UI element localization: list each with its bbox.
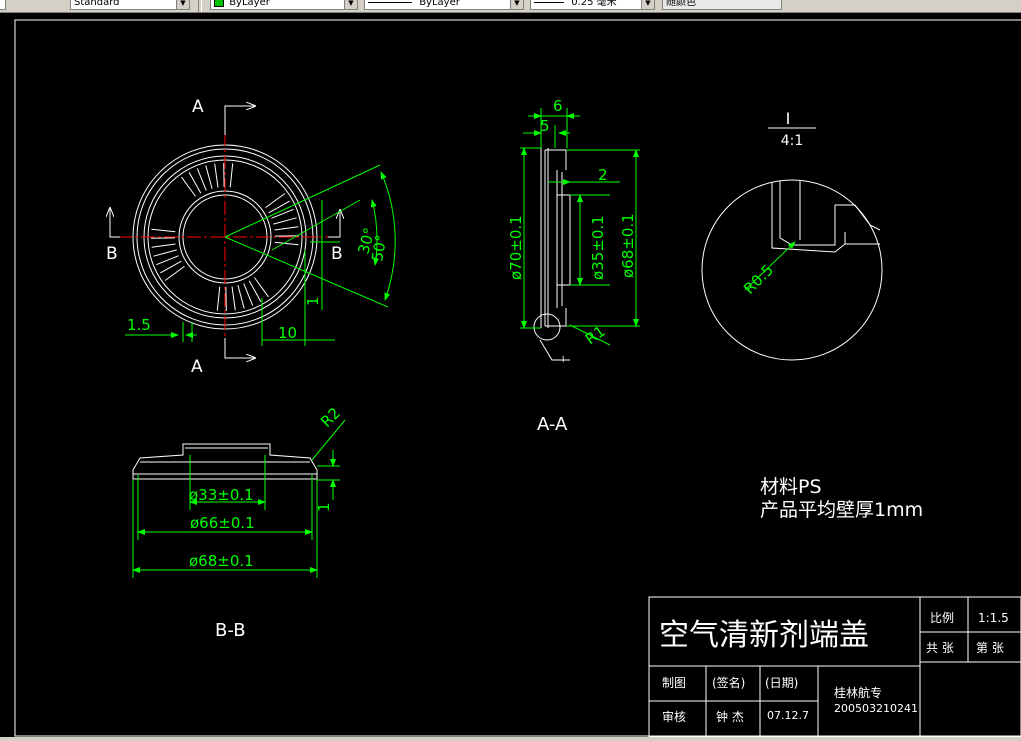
vent-slot: [216, 286, 221, 311]
drawn-by-label: 制图: [662, 676, 686, 690]
toolbar-partial-box[interactable]: [0, 0, 6, 10]
vent-slot: [273, 217, 297, 225]
line-sample-icon: [534, 1, 564, 3]
cut-label-a-bottom: A: [191, 357, 203, 377]
detail-view-i: I 4:1 R0.5: [701, 109, 883, 361]
vent-slot: [274, 241, 299, 246]
vent-slot: [231, 286, 236, 311]
drawing-canvas[interactable]: A A B B 1.5 10 1 30° 50° 6 5 2 ø70±0.1 ø…: [0, 13, 1021, 737]
dim-d68: ø68±0.1: [619, 213, 637, 278]
vent-slot: [205, 165, 213, 189]
linetype-value: ByLayer: [419, 0, 460, 8]
plotstyle-value: 随颜色: [666, 0, 696, 8]
layer-color-dropdown[interactable]: ByLayer ▼: [210, 0, 358, 10]
vent-slot: [274, 226, 299, 231]
chevron-down-icon: ▼: [641, 0, 654, 9]
dim-6: 6: [553, 97, 563, 115]
dim-bb-d68: ø68±0.1: [189, 552, 254, 570]
dim-d70: ø70±0.1: [507, 215, 525, 280]
lineweight-dropdown[interactable]: 0.25 毫米 ▼: [530, 0, 655, 10]
signature-label: (签名): [712, 675, 745, 690]
front-view: A A B B 1.5 10 1 30° 50°: [106, 97, 396, 377]
vent-slot: [237, 285, 245, 309]
detail-ref-label: I: [562, 355, 564, 364]
chevron-down-icon: ▼: [510, 0, 523, 9]
detail-scale: 4:1: [781, 133, 804, 149]
sheet-number-label: 第 张: [976, 641, 1004, 655]
check-date: 07.12.7: [767, 709, 809, 722]
dim-d35: ø35±0.1: [589, 215, 607, 280]
section-aa-view: 6 5 2 ø70±0.1 ø35±0.1 ø68±0.1 R1 I A-A: [507, 97, 640, 435]
dim-50deg: 50°: [368, 233, 390, 262]
vent-slot: [151, 243, 176, 248]
dim-d66: ø66±0.1: [190, 514, 255, 532]
total-sheets-label: 共 张: [926, 641, 954, 655]
checker-name: 钟 杰: [716, 709, 744, 724]
scale-label: 比例: [930, 611, 954, 625]
vent-slot: [229, 163, 234, 188]
student-id: 200503210241: [834, 702, 918, 715]
chevron-down-icon: ▼: [176, 0, 189, 9]
dim-2: 2: [598, 166, 608, 184]
vent-slot: [214, 163, 219, 188]
date-label: (日期): [765, 676, 798, 690]
linetype-dropdown[interactable]: ByLayer ▼: [364, 0, 524, 10]
detail-label: I: [786, 109, 791, 128]
section-bb-title: B-B: [215, 620, 246, 641]
title-block: 空气清新剂端盖 比例 1:1.5 共 张 第 张 制图 (签名) (日期) 审核…: [648, 596, 1021, 737]
toolbar-separator: [198, 0, 202, 12]
textstyle-value: Standard: [74, 0, 120, 8]
wall-thickness-note: 产品平均壁厚1mm: [760, 499, 923, 521]
section-aa-title: A-A: [537, 414, 568, 435]
dim-d33: ø33±0.1: [189, 486, 254, 504]
drawing-name: 空气清新剂端盖: [659, 618, 869, 653]
vent-slot: [243, 283, 254, 306]
vent-slot: [153, 249, 177, 257]
dim-5: 5: [540, 117, 550, 135]
scale-value: 1:1.5: [978, 611, 1009, 625]
drawing-frame: [14, 19, 1021, 737]
dim-1: 1: [304, 296, 322, 306]
plotstyle-dropdown[interactable]: 随颜色: [662, 0, 782, 10]
lineweight-value: 0.25 毫米: [571, 0, 617, 8]
layer-color-value: ByLayer: [229, 0, 270, 8]
status-strip: [0, 737, 1021, 741]
properties-toolbar: Standard ▼ ByLayer ▼ ByLayer ▼ 0.25 毫米 ▼…: [0, 0, 1021, 13]
section-bb-view: ø33±0.1 ø66±0.1 ø68±0.1 1 R2 B-B: [132, 404, 346, 641]
line-sample-icon: [368, 1, 412, 3]
cut-label-a-top: A: [192, 97, 204, 117]
vent-slot: [156, 255, 179, 266]
dim-1-5: 1.5: [127, 316, 151, 334]
checked-by-label: 审核: [662, 709, 686, 724]
material-note: 材料PS: [760, 476, 822, 498]
textstyle-dropdown[interactable]: Standard ▼: [70, 0, 190, 10]
vent-slot: [196, 168, 207, 191]
school-name: 桂林航专: [834, 685, 882, 700]
vent-slot: [151, 228, 176, 233]
color-swatch-icon: [214, 0, 224, 7]
cut-label-b-left: B: [106, 244, 118, 264]
dim-r05: R0.5: [740, 261, 777, 298]
cut-label-b-right: B: [331, 244, 343, 264]
chevron-down-icon: ▼: [344, 0, 357, 9]
dim-bb-1: 1: [315, 502, 333, 512]
dim-10: 10: [278, 324, 297, 342]
